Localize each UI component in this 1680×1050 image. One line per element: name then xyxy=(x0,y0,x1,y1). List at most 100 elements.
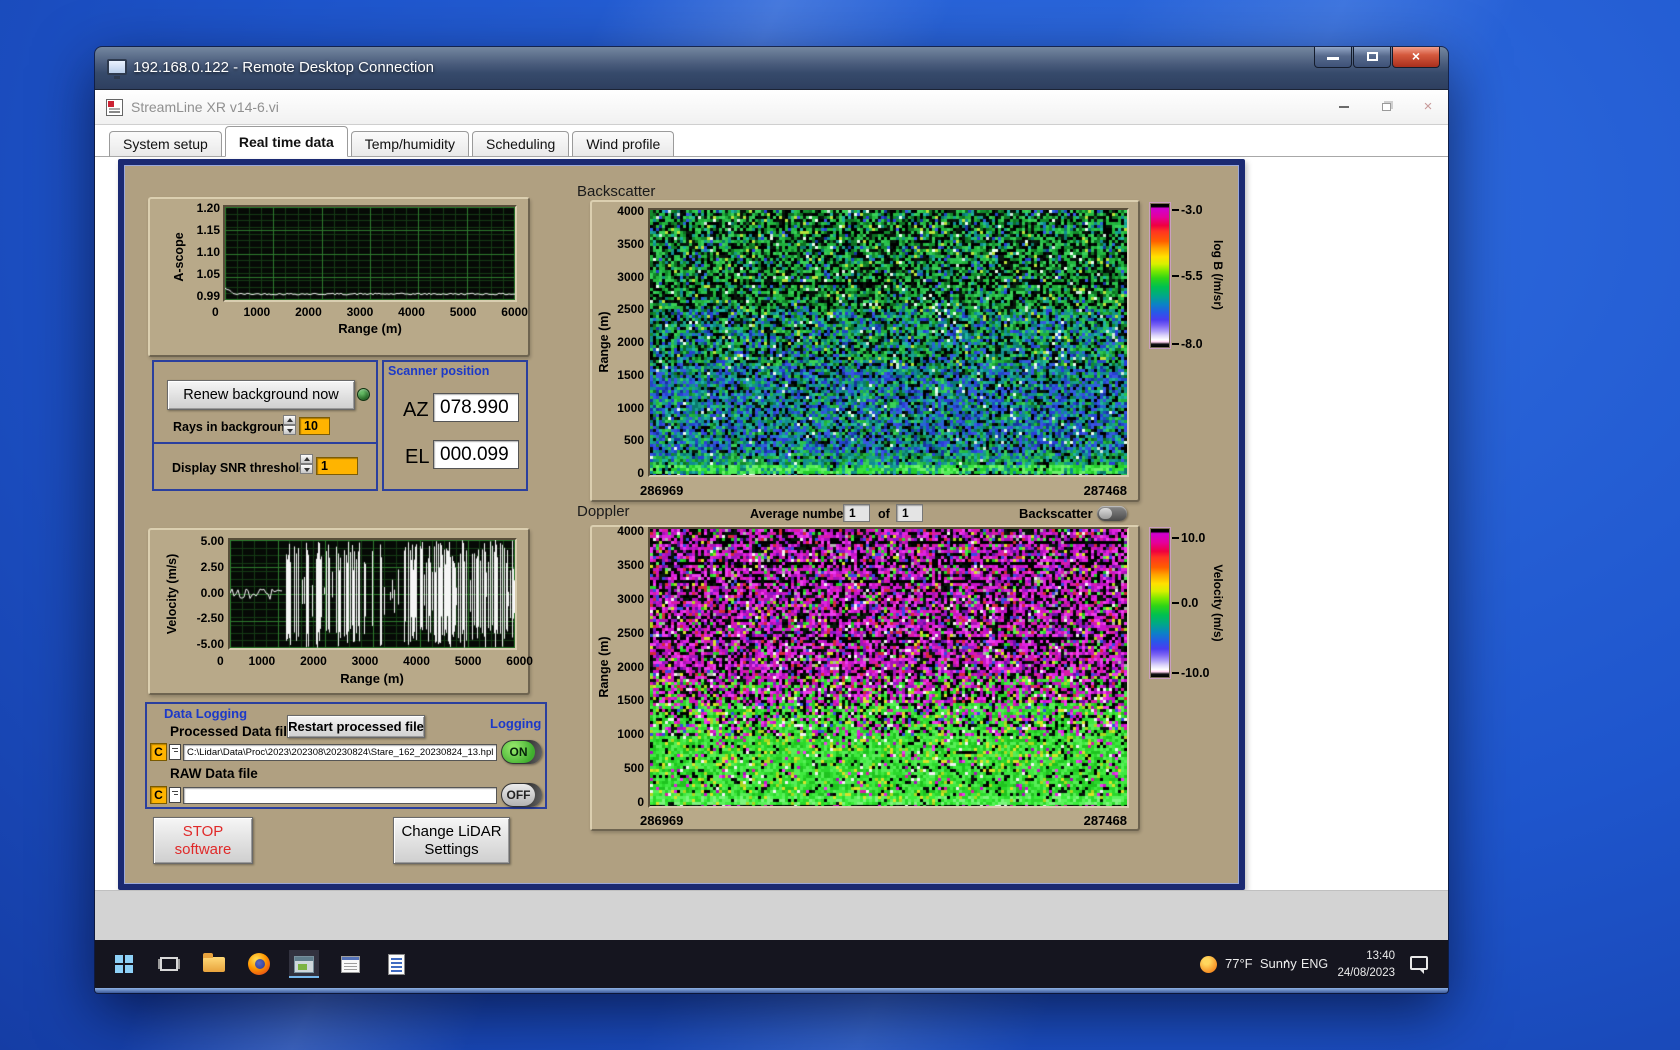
stop-software-button[interactable]: STOP software xyxy=(153,817,253,864)
app-title: StreamLine XR v14-6.vi xyxy=(131,90,279,124)
minimize-icon xyxy=(1339,106,1349,108)
app-close-button[interactable]: × xyxy=(1419,99,1437,117)
y-tick-label: 2.50 xyxy=(201,560,224,574)
doppler-colorbar-tick-min: -10.0 xyxy=(1172,666,1210,680)
snr-spinner[interactable] xyxy=(300,454,313,474)
renew-background-button[interactable]: Renew background now xyxy=(167,380,355,410)
app-restore-button[interactable] xyxy=(1377,99,1395,117)
ascope-x-ticks: 0100020003000400050006000 xyxy=(212,305,528,319)
rdp-close-button[interactable]: × xyxy=(1392,47,1440,68)
language-indicator[interactable]: ENG xyxy=(1301,940,1328,988)
rdp-minimize-button[interactable] xyxy=(1314,47,1352,68)
vi-front-panel: A-scope 1.201.151.101.050.99 01000200030… xyxy=(95,157,1448,940)
x-tick-label: 1000 xyxy=(244,305,271,319)
notification-center-icon[interactable] xyxy=(1410,956,1428,970)
stop-button-line2: software xyxy=(154,841,252,859)
y-tick-label: 4000 xyxy=(617,204,644,218)
firefox-button[interactable] xyxy=(244,950,274,978)
velocity-y-axis-label: Velocity (m/s) xyxy=(165,554,179,635)
restart-processed-file-button[interactable]: Restart processed file xyxy=(287,715,425,738)
y-tick-label: 500 xyxy=(624,761,644,775)
rdp-title: 192.168.0.122 - Remote Desktop Connectio… xyxy=(133,47,434,89)
scanner-position-title: Scanner position xyxy=(388,364,489,378)
backscatter-display-toggle[interactable] xyxy=(1097,506,1127,521)
restore-icon xyxy=(1382,103,1391,111)
x-tick-label: 4000 xyxy=(398,305,425,319)
raw-browse-icon[interactable] xyxy=(169,787,181,803)
rdp-maximize-button[interactable] xyxy=(1353,47,1391,68)
raw-drive-selector[interactable]: C xyxy=(150,786,167,804)
average-number-field[interactable]: 1 xyxy=(843,504,870,522)
taskbar: 77°F Sunny ^ ENG 13:40 24/08/2023 xyxy=(95,940,1448,988)
tab-scheduling[interactable]: Scheduling xyxy=(472,131,569,157)
backscatter-heatmap-canvas xyxy=(650,210,1127,475)
task-view-button[interactable] xyxy=(154,950,184,978)
ascope-x-axis-label: Range (m) xyxy=(320,321,420,336)
y-tick-label: 1000 xyxy=(617,401,644,415)
tray-chevron[interactable]: ^ xyxy=(1284,940,1290,988)
processed-drive-selector[interactable]: C xyxy=(150,743,167,761)
app-titlebar[interactable]: StreamLine XR v14-6.vi × xyxy=(95,90,1448,125)
raw-file-label: RAW Data file xyxy=(170,766,258,781)
backscatter-colorbar-label: log B (/m/sr) xyxy=(1211,240,1225,310)
processed-browse-icon[interactable] xyxy=(169,744,181,760)
x-tick-label: 2000 xyxy=(300,654,327,668)
doppler-colorbar-tick-max: 10.0 xyxy=(1172,531,1205,545)
log-viewer-button[interactable] xyxy=(381,950,411,978)
y-tick-label: 4000 xyxy=(617,524,644,538)
rays-value-field[interactable]: 10 xyxy=(299,417,330,435)
raw-path-field[interactable] xyxy=(183,787,497,804)
app-minimize-button[interactable] xyxy=(1335,99,1353,117)
firefox-icon xyxy=(248,953,270,975)
change-lidar-settings-button[interactable]: Change LiDAR Settings xyxy=(393,817,510,864)
change-button-line2: Settings xyxy=(394,841,509,859)
backscatter-graph: Range (m) 400035003000250020001500100050… xyxy=(590,200,1140,502)
doppler-plot-area xyxy=(648,527,1129,808)
processed-logging-on-button[interactable]: ON xyxy=(501,740,542,764)
y-tick-label: 1500 xyxy=(617,368,644,382)
backscatter-colorbar-tick-min: -8.0 xyxy=(1172,337,1203,351)
y-tick-label: 3000 xyxy=(617,270,644,284)
backscatter-x-end: 287468 xyxy=(1047,483,1127,498)
el-value-field[interactable]: 000.099 xyxy=(433,440,519,469)
y-tick-label: 1000 xyxy=(617,727,644,741)
y-tick-label: 0.99 xyxy=(197,289,220,303)
snr-value-field[interactable]: 1 xyxy=(316,457,358,475)
rdp-titlebar[interactable]: 192.168.0.122 - Remote Desktop Connectio… xyxy=(95,47,1448,90)
y-tick-label: 2000 xyxy=(617,335,644,349)
clock[interactable]: 13:40 24/08/2023 xyxy=(1333,948,1395,981)
windows-logo-icon xyxy=(115,955,133,973)
backscatter-plot-area xyxy=(648,208,1129,477)
y-tick-label: 3500 xyxy=(617,558,644,572)
y-tick-label: 1500 xyxy=(617,693,644,707)
x-tick-label: 0 xyxy=(212,305,219,319)
x-tick-label: 3000 xyxy=(347,305,374,319)
doppler-graph: Range (m) 400035003000250020001500100050… xyxy=(590,525,1140,831)
rays-spinner[interactable] xyxy=(283,415,296,435)
start-button[interactable] xyxy=(109,950,139,978)
tab-system-setup[interactable]: System setup xyxy=(109,131,222,157)
tab-wind-profile[interactable]: Wind profile xyxy=(572,131,674,157)
tab-real-time-data[interactable]: Real time data xyxy=(225,126,348,157)
weather-temp: 77°F xyxy=(1225,956,1253,971)
processed-path-field[interactable]: C:\Lidar\Data\Proc\2023\202308\20230824\… xyxy=(183,744,497,761)
tab-temp-humidity[interactable]: Temp/humidity xyxy=(351,131,469,157)
backscatter-colorbar-tick-max: -3.0 xyxy=(1172,203,1203,217)
x-tick-label: 2000 xyxy=(295,305,322,319)
doppler-colorbar xyxy=(1150,528,1170,678)
streamline-app-button[interactable] xyxy=(289,950,319,978)
rdp-window: 192.168.0.122 - Remote Desktop Connectio… xyxy=(95,47,1448,993)
close-icon: × xyxy=(1412,48,1420,64)
scan-scheduler-button[interactable] xyxy=(335,950,365,978)
data-logging-title: Data Logging xyxy=(164,706,247,721)
y-tick-label: 1.15 xyxy=(197,223,220,237)
minimize-icon xyxy=(1327,57,1339,60)
clock-time: 13:40 xyxy=(1333,948,1395,965)
doppler-x-start: 286969 xyxy=(640,813,683,828)
y-tick-label: 0.00 xyxy=(201,586,224,600)
az-value-field[interactable]: 078.990 xyxy=(433,393,519,422)
file-explorer-button[interactable] xyxy=(199,950,229,978)
x-tick-label: 5000 xyxy=(450,305,477,319)
average-total-field[interactable]: 1 xyxy=(896,504,923,522)
raw-logging-off-button[interactable]: OFF xyxy=(501,783,542,807)
